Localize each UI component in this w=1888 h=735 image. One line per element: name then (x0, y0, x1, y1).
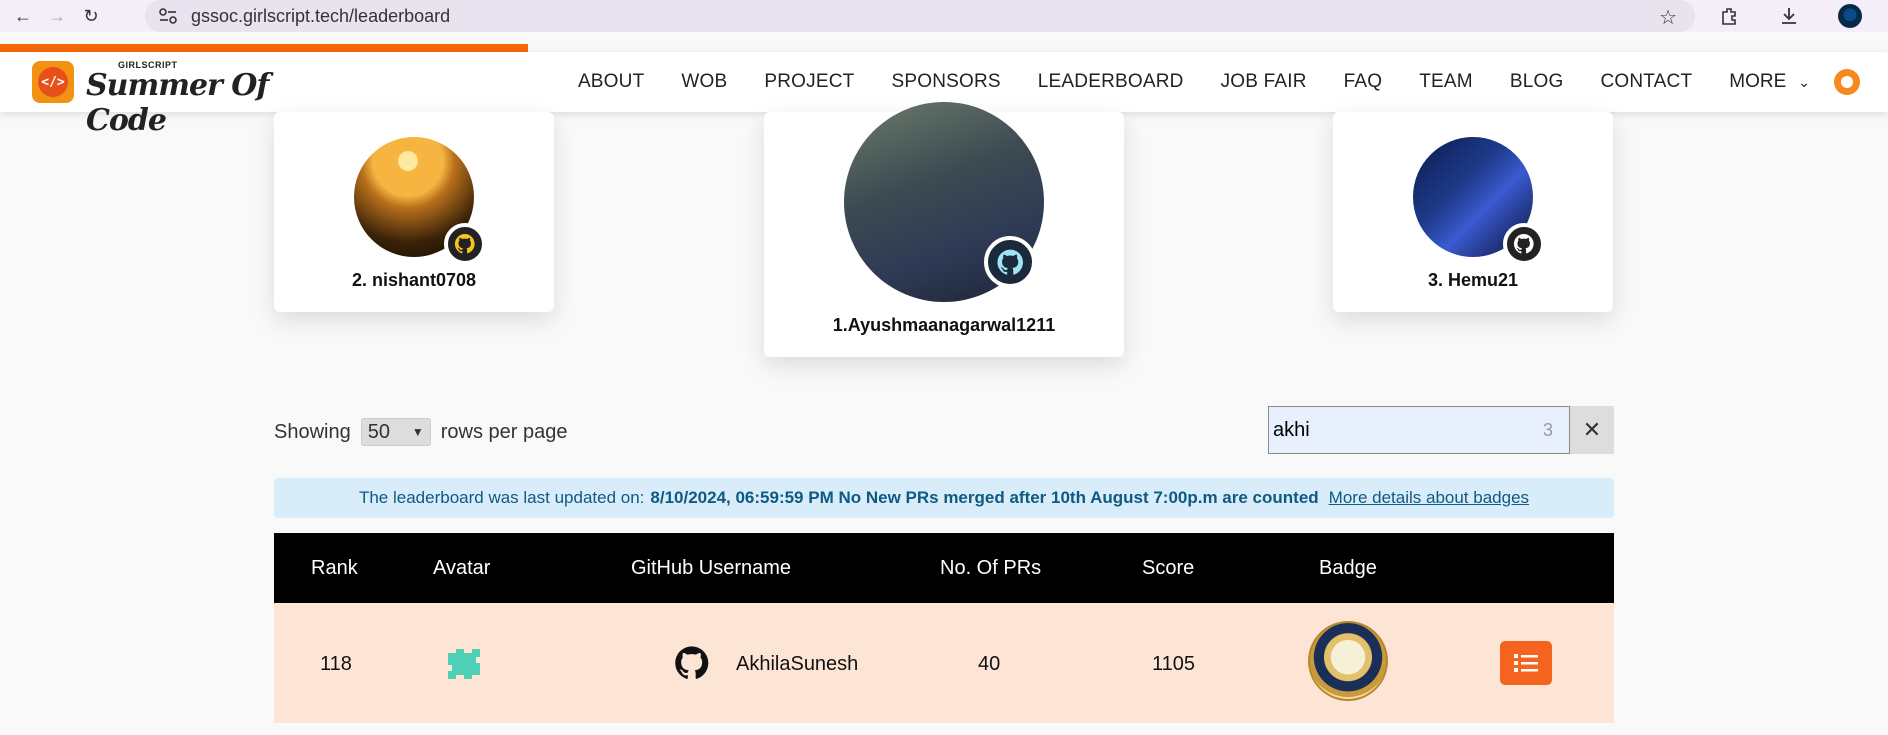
clear-search-button[interactable]: ✕ (1570, 406, 1614, 454)
site-info-icon[interactable] (157, 5, 179, 27)
nav-more-label: MORE (1729, 71, 1787, 92)
nav-blog[interactable]: BLOG (1510, 71, 1564, 93)
forward-icon[interactable]: → (46, 5, 68, 27)
trophy-badge-icon (1308, 621, 1388, 701)
details-list-button[interactable] (1500, 641, 1552, 685)
chevron-down-icon: ▼ (411, 425, 424, 439)
table-row: 118 AkhilaSunesh 40 1105 (274, 603, 1614, 723)
nav-sponsors[interactable]: SPONSORS (891, 71, 1000, 93)
address-bar[interactable]: gssoc.girlscript.tech/leaderboard ☆ (145, 0, 1695, 32)
username-cell[interactable]: AkhilaSunesh (736, 653, 858, 676)
main-nav: ABOUT WOB PROJECT SPONSORS LEADERBOARD J… (541, 52, 1810, 112)
page-load-progress (0, 44, 528, 52)
banner-prefix: The leaderboard was last updated on: (358, 488, 645, 507)
url-text[interactable]: gssoc.girlscript.tech/leaderboard (191, 6, 450, 27)
podium-name[interactable]: 3. Hemu21 (1333, 270, 1613, 291)
site-logo[interactable]: </> GIRLSCRIPT Summer Of Code (32, 58, 286, 138)
podium-card-third: 3. Hemu21 (1333, 112, 1613, 312)
leaderboard-table-header: Rank Avatar GitHub Username No. Of PRs S… (274, 533, 1614, 603)
list-icon (1514, 654, 1538, 672)
banner-strong: 8/10/2024, 06:59:59 PM No New PRs merged… (650, 488, 1319, 507)
header-avatar: Avatar (433, 557, 491, 579)
rows-suffix-label: rows per page (440, 420, 568, 443)
download-icon[interactable] (1778, 5, 1800, 27)
nav-more[interactable]: MORE ⌄ (1729, 71, 1810, 93)
rows-per-page-control: Showing 50 ▼ rows per page (274, 418, 567, 446)
score-cell: 1105 (1152, 653, 1196, 675)
badges-details-link[interactable]: More details about badges (1329, 488, 1529, 508)
podium-card-first: 1.Ayushmaanagarwal1211 (764, 102, 1124, 357)
rank-cell: 118 (320, 653, 352, 675)
search-input[interactable] (1269, 418, 1509, 442)
header-badge: Badge (1319, 557, 1377, 579)
nav-project[interactable]: PROJECT (764, 71, 854, 93)
search-field[interactable]: 3 (1268, 406, 1570, 454)
nav-leaderboard[interactable]: LEADERBOARD (1038, 71, 1184, 93)
showing-label: Showing (274, 420, 351, 443)
nav-faq[interactable]: FAQ (1344, 71, 1383, 93)
reload-icon[interactable]: ↻ (80, 5, 102, 27)
back-icon[interactable]: ← (12, 5, 34, 27)
logo-wordmark: GIRLSCRIPT Summer Of Code (86, 58, 286, 138)
nav-contact[interactable]: CONTACT (1600, 71, 1692, 93)
nav-team[interactable]: TEAM (1419, 71, 1473, 93)
nav-about[interactable]: ABOUT (578, 71, 644, 93)
extensions-icon[interactable] (1718, 5, 1740, 27)
github-icon[interactable] (984, 236, 1036, 288)
rows-select-value: 50 (367, 420, 390, 443)
chevron-down-icon: ⌄ (1798, 73, 1810, 90)
header-prs: No. Of PRs (940, 557, 1042, 579)
search-result-count: 3 (1542, 420, 1553, 440)
prs-cell: 40 (978, 653, 1001, 675)
update-info-banner: The leaderboard was last updated on: 8/1… (274, 478, 1614, 518)
nav-wob[interactable]: WOB (681, 71, 727, 93)
github-icon[interactable] (672, 643, 712, 683)
browser-toolbar: ← → ↻ gssoc.girlscript.tech/leaderboard … (0, 0, 1888, 32)
profile-icon[interactable] (1838, 4, 1862, 28)
logo-badge-icon: </> (32, 61, 74, 103)
theme-toggle-icon[interactable] (1834, 69, 1860, 95)
header-username: GitHub Username (631, 557, 792, 579)
header-rank: Rank (311, 557, 358, 579)
avatar (448, 649, 480, 679)
nav-job-fair[interactable]: JOB FAIR (1221, 71, 1307, 93)
podium-name[interactable]: 1.Ayushmaanagarwal1211 (764, 315, 1124, 336)
podium-card-second: 2. nishant0708 (274, 112, 554, 312)
github-icon[interactable] (444, 223, 486, 265)
podium-name[interactable]: 2. nishant0708 (274, 270, 554, 291)
bookmark-star-icon[interactable]: ☆ (1659, 5, 1677, 30)
github-icon[interactable] (1503, 223, 1545, 265)
logo-main-text: Summer Of Code (86, 68, 269, 138)
header-score: Score (1142, 557, 1195, 579)
rows-per-page-select[interactable]: 50 ▼ (360, 418, 431, 446)
